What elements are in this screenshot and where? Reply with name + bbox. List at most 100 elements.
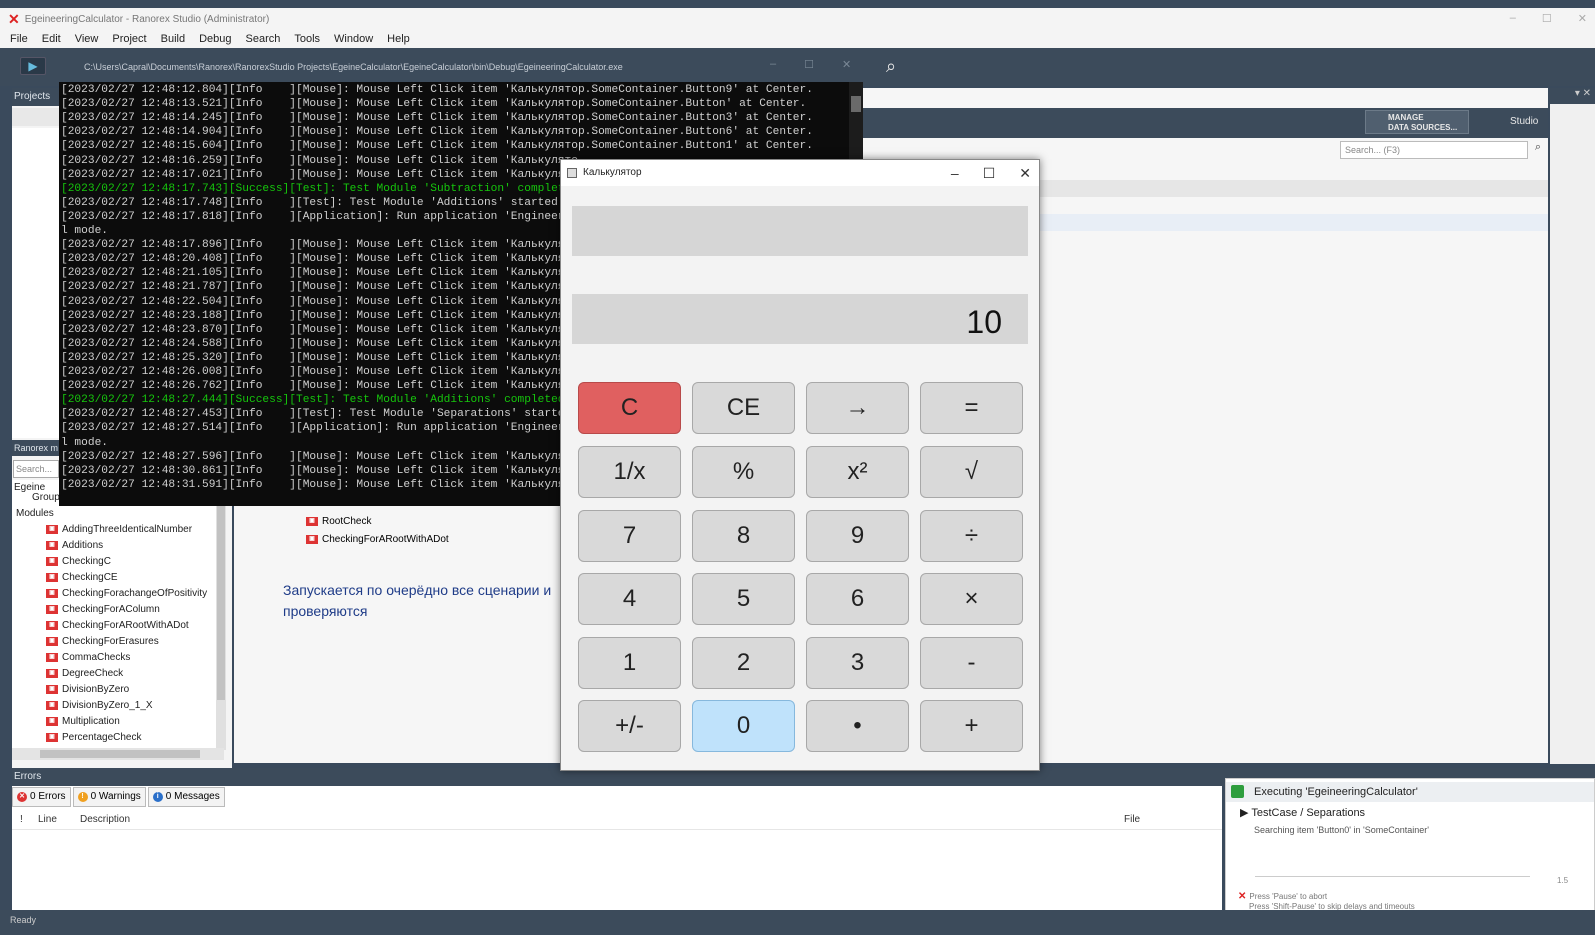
console-line: [2023/02/27 12:48:27.453][Info ][Test]: … bbox=[61, 408, 578, 421]
module-item[interactable]: ▣ CheckingForARootWithADot bbox=[46, 618, 189, 634]
module-item[interactable]: ▣ CommaChecks bbox=[46, 650, 130, 666]
calc-button[interactable]: C bbox=[578, 382, 681, 434]
module-label: PercentageCheck bbox=[62, 732, 142, 743]
console-line: [2023/02/27 12:48:17.021][Info ][Mouse]:… bbox=[61, 168, 578, 181]
status-bar: Ready bbox=[0, 910, 1595, 935]
calc-button[interactable]: x² bbox=[806, 446, 909, 498]
errors-columns: ! Line Description File bbox=[12, 812, 1222, 830]
col-num[interactable]: ! bbox=[20, 814, 23, 825]
calc-button[interactable]: % bbox=[692, 446, 795, 498]
manage-data-sources-button[interactable]: MANAGE DATA SOURCES... bbox=[1365, 110, 1469, 134]
calc-button[interactable]: 1/x bbox=[578, 446, 681, 498]
menu-item[interactable]: View bbox=[75, 33, 99, 45]
maximize-button[interactable]: ☐ bbox=[1542, 12, 1552, 25]
menu-item[interactable]: Build bbox=[161, 33, 185, 45]
calc-button[interactable]: 6 bbox=[806, 573, 909, 625]
calc-button[interactable]: √ bbox=[920, 446, 1023, 498]
tab-messages[interactable]: i0 Messages bbox=[147, 787, 225, 807]
calc-button[interactable]: CE bbox=[692, 382, 795, 434]
calc-button[interactable]: × bbox=[920, 573, 1023, 625]
module-label: CheckingC bbox=[62, 556, 111, 567]
col-description[interactable]: Description bbox=[80, 814, 130, 825]
tree-modules[interactable]: Modules bbox=[16, 506, 54, 522]
calc-button[interactable]: ÷ bbox=[920, 510, 1023, 562]
module-item[interactable]: ▣ Additions bbox=[46, 538, 103, 554]
calc-maximize-button[interactable]: ☐ bbox=[983, 165, 996, 182]
horizontal-scroll-thumb[interactable] bbox=[40, 750, 200, 758]
menu-item[interactable]: Help bbox=[387, 33, 410, 45]
path-minimize-icon[interactable]: – bbox=[770, 58, 776, 71]
module-icon: ▣ bbox=[46, 684, 58, 694]
manage-label: MANAGE DATA SOURCES... bbox=[1388, 113, 1458, 132]
module-icon: ▣ bbox=[46, 604, 58, 614]
tree-group[interactable]: Group bbox=[32, 490, 60, 506]
menu-item[interactable]: Project bbox=[112, 33, 146, 45]
minimize-button[interactable]: – bbox=[1510, 12, 1516, 24]
module-item[interactable]: ▣ CheckingForachangeOfPositivity bbox=[46, 586, 207, 602]
menu-bar: File Edit View Project Build Debug Search Tools… bbox=[0, 30, 1595, 48]
calc-button[interactable]: 2 bbox=[692, 637, 795, 689]
menu-item[interactable]: Search bbox=[246, 33, 281, 45]
calc-button[interactable]: 5 bbox=[692, 573, 795, 625]
calc-button[interactable]: = bbox=[920, 382, 1023, 434]
path-maximize-icon[interactable]: ☐ bbox=[804, 58, 814, 71]
path-close-icon[interactable]: ✕ bbox=[842, 58, 851, 71]
calc-button[interactable]: 4 bbox=[578, 573, 681, 625]
close-button[interactable]: ✕ bbox=[1578, 12, 1587, 25]
module-search-input[interactable]: Search... bbox=[13, 460, 59, 478]
module-item[interactable]: ▣ CheckingCE bbox=[46, 570, 118, 586]
console-scroll-thumb[interactable] bbox=[851, 96, 861, 112]
module-item[interactable]: ▣ CheckingForAColumn bbox=[46, 602, 160, 618]
calc-button[interactable]: → bbox=[806, 382, 909, 434]
calc-button[interactable]: • bbox=[806, 700, 909, 752]
module-icon: ▣ bbox=[46, 556, 58, 566]
console-line: [2023/02/27 12:48:23.870][Info ][Mouse]:… bbox=[61, 323, 578, 336]
studio-button[interactable]: Studio bbox=[1480, 110, 1540, 134]
module-item[interactable]: ▣ DivisionByZero bbox=[46, 682, 129, 698]
menu-item[interactable]: Debug bbox=[199, 33, 231, 45]
center-tree-item[interactable]: ▣ CheckingForARootWithADot bbox=[306, 534, 449, 545]
run-dropdown-button[interactable]: ▶ bbox=[20, 57, 46, 75]
menu-item[interactable]: Tools bbox=[294, 33, 320, 45]
module-item[interactable]: ▣ CheckingForErasures bbox=[46, 634, 159, 650]
calc-button[interactable]: 9 bbox=[806, 510, 909, 562]
calc-button[interactable]: - bbox=[920, 637, 1023, 689]
menu-item[interactable]: Edit bbox=[42, 33, 61, 45]
module-label: DivisionByZero bbox=[62, 684, 130, 695]
console-line: [2023/02/27 12:48:27.514][Info ][Applica… bbox=[61, 422, 578, 435]
module-item[interactable]: ▣ PercentageCheck bbox=[46, 730, 142, 746]
calc-button[interactable]: 3 bbox=[806, 637, 909, 689]
col-line[interactable]: Line bbox=[38, 814, 57, 825]
tab-errors-label: 0 Errors bbox=[30, 791, 66, 802]
execution-progress bbox=[1255, 876, 1530, 880]
module-item[interactable]: ▣ Multiplication bbox=[46, 714, 120, 730]
module-tree-scroll-thumb[interactable] bbox=[217, 500, 225, 700]
console-line: [2023/02/27 12:48:21.787][Info ][Mouse]:… bbox=[61, 281, 578, 294]
tab-errors[interactable]: ✕ 0 Errors bbox=[12, 787, 71, 807]
calculator-window-controls: – ☐ ✕ bbox=[951, 160, 1031, 186]
projects-tree[interactable] bbox=[12, 128, 60, 438]
calc-button[interactable]: 0 bbox=[692, 700, 795, 752]
module-icon: ▣ bbox=[46, 572, 58, 582]
calc-button[interactable]: 7 bbox=[578, 510, 681, 562]
search-f3-input[interactable]: Search... (F3) bbox=[1340, 141, 1528, 159]
module-item[interactable]: ▣ DegreeCheck bbox=[46, 666, 123, 682]
calc-button[interactable]: + bbox=[920, 700, 1023, 752]
module-item[interactable]: ▣ AddingThreeIdenticalNumber bbox=[46, 522, 192, 538]
module-item[interactable]: ▣ DivisionByZero_1_X bbox=[46, 698, 153, 714]
warning-icon: ! bbox=[77, 792, 88, 802]
calc-button[interactable]: +/- bbox=[578, 700, 681, 752]
calc-close-button[interactable]: ✕ bbox=[1019, 165, 1031, 182]
calc-button[interactable]: 1 bbox=[578, 637, 681, 689]
calc-button[interactable]: 8 bbox=[692, 510, 795, 562]
search-icon[interactable]: ⌕ bbox=[886, 56, 896, 77]
search-icon[interactable]: ⌕ bbox=[1530, 141, 1546, 159]
menu-item[interactable]: File bbox=[10, 33, 28, 45]
module-item[interactable]: ▣ CheckingC bbox=[46, 554, 111, 570]
calc-minimize-button[interactable]: – bbox=[951, 165, 959, 181]
center-tree-item[interactable]: ▣ RootCheck bbox=[306, 516, 371, 527]
application-path-field[interactable]: C:\Users\Capral\Documents\Ranorex\Ranore… bbox=[62, 58, 872, 76]
menu-item[interactable]: Window bbox=[334, 33, 373, 45]
tab-warnings[interactable]: ! 0 Warnings bbox=[72, 787, 146, 807]
col-file[interactable]: File bbox=[1124, 814, 1140, 825]
